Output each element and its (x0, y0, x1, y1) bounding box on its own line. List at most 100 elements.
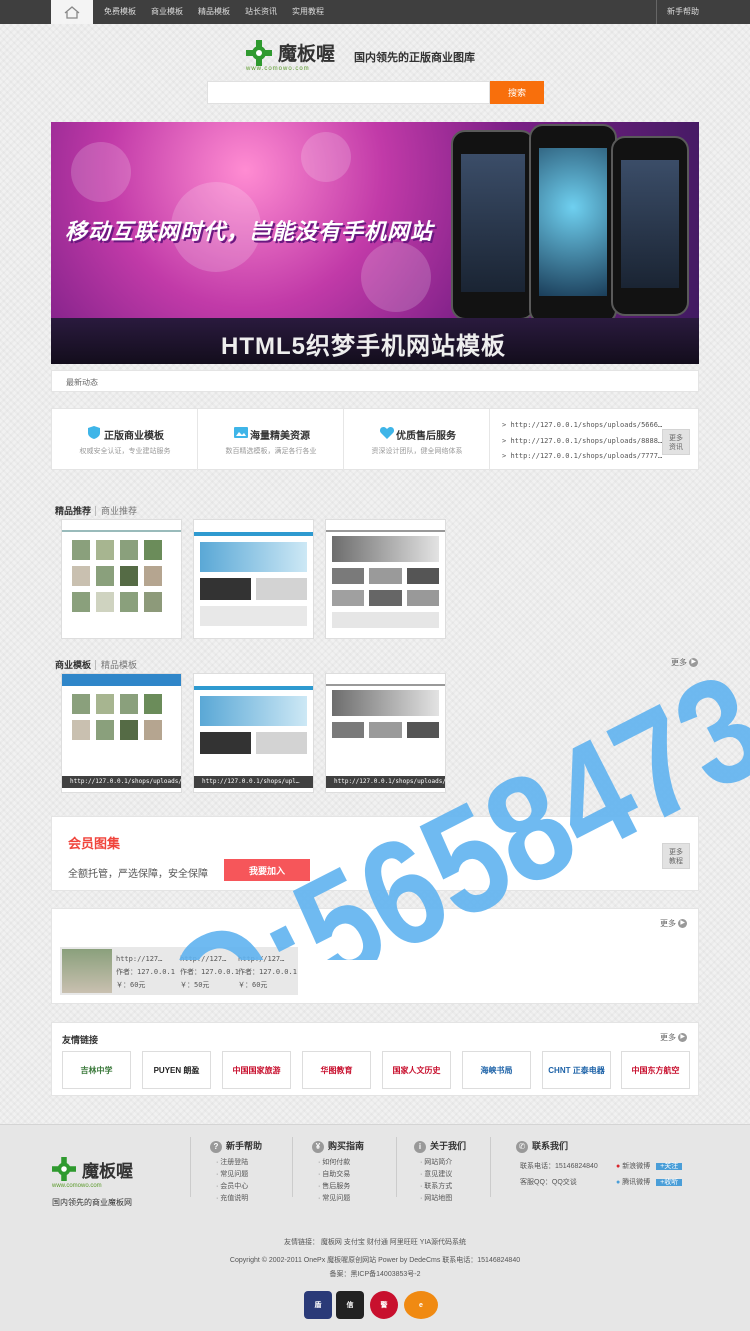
section-subtitle-text[interactable]: 商业推荐 (95, 506, 138, 516)
trust-badge[interactable]: 信 (336, 1291, 364, 1319)
footer-link[interactable]: 自助交易 (318, 1169, 364, 1181)
nav-commercial-templates[interactable]: 商业模板 (151, 0, 183, 24)
news-label[interactable]: 最新动态 (66, 377, 98, 388)
footer-col-title: 新手帮助 (226, 1141, 263, 1151)
footer-col-title: 关于我们 (430, 1141, 467, 1151)
section-more-link[interactable]: 更多 ▶ (671, 657, 702, 668)
nav-premium-templates[interactable]: 精品模板 (198, 0, 230, 24)
feature-more-button[interactable]: 更多 资讯 (662, 429, 690, 455)
weibo-sina[interactable]: ● 新浪微博 +关注 (616, 1161, 683, 1171)
info-icon: i (414, 1140, 426, 1153)
friend-links-panel: 友情链接 更多 ▶ 吉林中学 PUYEN 朗盈 中国国家旅游 华图教育 国家人文… (51, 1022, 699, 1096)
member-title: 会员图集 (68, 836, 121, 851)
weibo-tencent[interactable]: ● 腾讯微博 +收听 (616, 1177, 683, 1187)
arrow-right-icon: ▶ (689, 658, 699, 668)
footer-link[interactable]: 网站简介 (420, 1157, 466, 1169)
gallery-more-link[interactable]: 更多 ▶ (660, 918, 691, 929)
search-button[interactable]: 搜索 (490, 81, 544, 104)
nav-tutorials[interactable]: 实用教程 (292, 0, 324, 24)
top-navigation-bar: 免费模板 商业模板 精品模板 站长资讯 实用教程 新手帮助 (0, 0, 750, 24)
help-link[interactable]: 新手帮助 (656, 0, 699, 24)
arrow-right-icon: ▶ (678, 1033, 688, 1043)
footer-friend-links[interactable]: 友情链接： 魔板网 支付宝 财付通 阿里旺旺 YIA源代码系统 (0, 1237, 750, 1247)
footer-link[interactable]: 售后服务 (318, 1181, 364, 1193)
banner-phone-image (451, 130, 535, 320)
template-thumbnail[interactable] (193, 519, 314, 639)
police-badge[interactable]: 警 (370, 1291, 398, 1319)
footer-contact: ✆ 联系我们 联系电话：15146824840 客服QQ：QQ交谈 ● 新浪微博 … (516, 1139, 706, 1186)
member-more-button[interactable]: 更多 教程 (662, 843, 690, 869)
section-subtitle-text[interactable]: 精品模板 (95, 660, 138, 670)
section-title-text[interactable]: 精品推荐 (55, 506, 91, 516)
gallery-item-1[interactable]: http://127… 作者：127.0.0.1 ￥：60元 (116, 953, 175, 992)
nav-webmaster-news[interactable]: 站长资讯 (245, 0, 277, 24)
network-badge[interactable]: e (404, 1291, 438, 1319)
feature-link-text: http://127.0.0.1/shops/uploads/5666… (510, 421, 663, 429)
follow-button[interactable]: +关注 (656, 1163, 683, 1170)
main-nav: 免费模板 商业模板 精品模板 站长资讯 实用教程 (104, 0, 339, 24)
contact-qq[interactable]: 客服QQ：QQ交谈 (520, 1177, 577, 1187)
footer-link[interactable]: 充值说明 (216, 1193, 262, 1205)
join-button[interactable]: 我要加入 (224, 859, 310, 881)
gallery-item-2[interactable]: http://127… 作者：127.0.0.1 ￥：50元 (180, 953, 239, 992)
footer-link[interactable]: 如何付款 (318, 1157, 364, 1169)
friend-logo[interactable]: 中国东方航空 (621, 1051, 690, 1089)
gallery-thumbnail[interactable] (62, 949, 112, 993)
template-thumbnail[interactable] (61, 519, 182, 639)
friend-logo[interactable]: 吉林中学 (62, 1051, 131, 1089)
friend-logo[interactable]: CHNT 正泰电器 (542, 1051, 611, 1089)
logo-brand-text: 魔板喔 (278, 43, 336, 65)
security-badge[interactable]: 盾 (304, 1291, 332, 1319)
feature-desc: 资深设计团队，健全网络体系 (371, 448, 463, 455)
feature-title: 正版商业模板 (104, 431, 164, 442)
arrow-right-icon: ▶ (678, 919, 688, 929)
top-nav-inner: 免费模板 商业模板 精品模板 站长资讯 实用教程 新手帮助 (51, 0, 699, 24)
search-input[interactable] (207, 81, 490, 104)
footer-link[interactable]: 注册登陆 (216, 1157, 262, 1169)
friend-logo[interactable]: 中国国家旅游 (222, 1051, 291, 1089)
item-price: ￥：50元 (180, 981, 210, 989)
template-thumbnail[interactable]: http://127.0.0.1/shops/uploads/… (61, 673, 182, 793)
feature-link[interactable]: > http://127.0.0.1/shops/uploads/8888… (502, 437, 662, 445)
footer-col-title: 购买指南 (328, 1141, 365, 1151)
footer-link[interactable]: 网站地图 (420, 1193, 466, 1205)
feature-title: 海量精美资源 (250, 431, 310, 442)
item-author: 作者：127.0.0.1 (180, 968, 239, 976)
feature-title: 优质售后服务 (396, 431, 456, 442)
section-premium-title: 精品推荐 商业推荐 (55, 504, 138, 517)
site-logo[interactable]: 魔板喔 www.comowo.com (246, 40, 356, 74)
footer-col-help: ? 新手帮助 注册登陆 常见问题 会员中心 充值说明 (210, 1139, 262, 1205)
template-thumbnail[interactable]: http://127.0.0.1/shops/upl… (193, 673, 314, 793)
nav-free-templates[interactable]: 免费模板 (104, 0, 136, 24)
friend-logo[interactable]: 国家人文历史 (382, 1051, 451, 1089)
weibo-label: 新浪微博 (622, 1163, 651, 1170)
gallery-item-3[interactable]: http://127… 作者：127.0.0.1 ￥：60元 (238, 953, 297, 992)
footer-link[interactable]: 意见建议 (420, 1169, 466, 1181)
friend-links-more[interactable]: 更多 ▶ (660, 1032, 691, 1043)
footer-logo[interactable]: 魔板喔 www.comowo.com (52, 1157, 162, 1197)
template-thumbnail[interactable]: http://127.0.0.1/shops/uploads/… (325, 673, 446, 793)
footer-icp[interactable]: 备案：黑ICP备14003853号-2 (0, 1269, 750, 1279)
listen-button[interactable]: +收听 (656, 1179, 683, 1186)
section-title-text[interactable]: 商业模板 (55, 660, 91, 670)
template-thumbnail[interactable] (325, 519, 446, 639)
friend-logo[interactable]: PUYEN 朗盈 (142, 1051, 211, 1089)
banner-phone-image (529, 124, 617, 324)
footer-link[interactable]: 会员中心 (216, 1181, 262, 1193)
item-url: http://127… (116, 955, 163, 963)
friend-logo[interactable]: 华图教育 (302, 1051, 371, 1089)
banner-subhead: HTML5织梦手机网站模板 (221, 333, 506, 360)
feature-link[interactable]: > http://127.0.0.1/shops/uploads/7777… (502, 452, 662, 460)
footer-link[interactable]: 常见问题 (318, 1193, 364, 1205)
footer-link[interactable]: 联系方式 (420, 1181, 466, 1193)
footer-link[interactable]: 常见问题 (216, 1169, 262, 1181)
gallery-panel: 更多 ▶ http://127… 作者：127.0.0.1 ￥：60元 http:/… (51, 908, 699, 1004)
feature-link[interactable]: > http://127.0.0.1/shops/uploads/5666… (502, 421, 662, 429)
more-text: 更多 (660, 1033, 676, 1042)
item-author: 作者：127.0.0.1 (238, 968, 297, 976)
item-url: http://127… (180, 955, 227, 963)
home-button[interactable] (51, 0, 93, 24)
promo-banner[interactable]: 移动互联网时代，岂能没有手机网站 HTML5织梦手机网站模板 (51, 122, 699, 364)
footer-url: www.comowo.com (52, 1183, 102, 1189)
friend-logo[interactable]: 海峡书局 (462, 1051, 531, 1089)
